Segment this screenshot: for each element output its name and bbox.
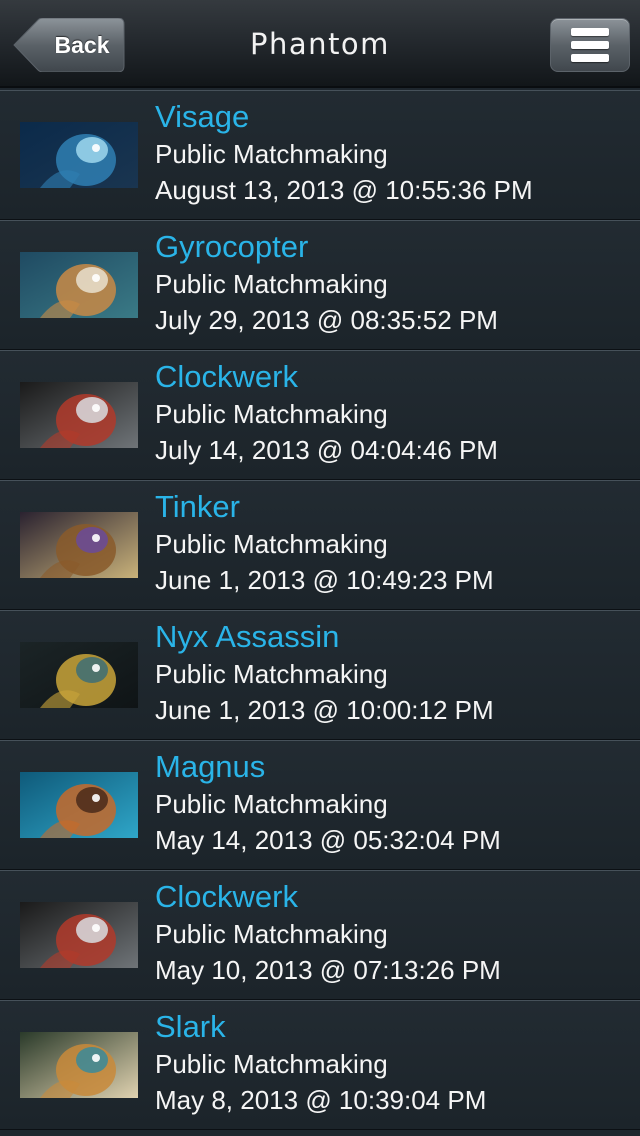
match-row[interactable]: Nyx Assassin Public Matchmaking June 1, 20…	[0, 610, 640, 740]
lobby-type: Public Matchmaking	[155, 529, 388, 559]
hero-portrait	[20, 252, 138, 318]
hero-portrait	[20, 772, 138, 838]
navigation-bar: Back Phantom	[0, 0, 640, 88]
hero-name: Slark	[155, 1009, 226, 1044]
hero-portrait	[20, 512, 138, 578]
lobby-type: Public Matchmaking	[155, 1049, 388, 1079]
back-button[interactable]: Back	[12, 18, 125, 72]
match-date: July 29, 2013 @ 08:35:52 PM	[155, 305, 498, 335]
match-date: May 14, 2013 @ 05:32:04 PM	[155, 825, 501, 855]
match-row[interactable]: Slark Public Matchmaking May 8, 2013 @ 10:…	[0, 1000, 640, 1130]
lobby-type: Public Matchmaking	[155, 139, 388, 169]
hero-name: Clockwerk	[155, 359, 298, 394]
hero-name: Tinker	[155, 489, 240, 524]
hero-portrait	[20, 1032, 138, 1098]
match-row[interactable]: Magnus Public Matchmaking May 14, 2013 @ 0…	[0, 740, 640, 870]
lobby-type: Public Matchmaking	[155, 789, 388, 819]
match-date: May 10, 2013 @ 07:13:26 PM	[155, 955, 501, 985]
hero-name: Magnus	[155, 749, 266, 784]
lobby-type: Public Matchmaking	[155, 659, 388, 689]
match-history-list: Visage Public Matchmaking August 13, 2013 …	[0, 90, 640, 1130]
back-button-label: Back	[54, 32, 110, 58]
hero-portrait	[20, 902, 138, 968]
hero-name: Gyrocopter	[155, 229, 309, 264]
hero-portrait	[20, 122, 138, 188]
match-row[interactable]: Clockwerk Public Matchmaking July 14, 2013…	[0, 350, 640, 480]
hero-name: Visage	[155, 99, 250, 134]
lobby-type: Public Matchmaking	[155, 269, 388, 299]
lobby-type: Public Matchmaking	[155, 919, 388, 949]
match-row[interactable]: Visage Public Matchmaking August 13, 2013 …	[0, 90, 640, 220]
match-date: August 13, 2013 @ 10:55:36 PM	[155, 175, 533, 205]
match-date: June 1, 2013 @ 10:00:12 PM	[155, 695, 494, 725]
hero-name: Nyx Assassin	[155, 619, 340, 654]
hero-portrait	[20, 642, 138, 708]
hero-portrait	[20, 382, 138, 448]
match-date: May 8, 2013 @ 10:39:04 PM	[155, 1085, 487, 1115]
match-row[interactable]: Clockwerk Public Matchmaking May 10, 2013 …	[0, 870, 640, 1000]
match-date: June 1, 2013 @ 10:49:23 PM	[155, 565, 494, 595]
lobby-type: Public Matchmaking	[155, 399, 388, 429]
hamburger-menu-icon	[571, 28, 609, 62]
page-title: Phantom	[250, 27, 390, 61]
match-date: July 14, 2013 @ 04:04:46 PM	[155, 435, 498, 465]
hero-name: Clockwerk	[155, 879, 298, 914]
menu-button[interactable]	[550, 18, 630, 72]
match-row[interactable]: Gyrocopter Public Matchmaking July 29, 201…	[0, 220, 640, 350]
match-row[interactable]: Tinker Public Matchmaking June 1, 2013 @ 1…	[0, 480, 640, 610]
